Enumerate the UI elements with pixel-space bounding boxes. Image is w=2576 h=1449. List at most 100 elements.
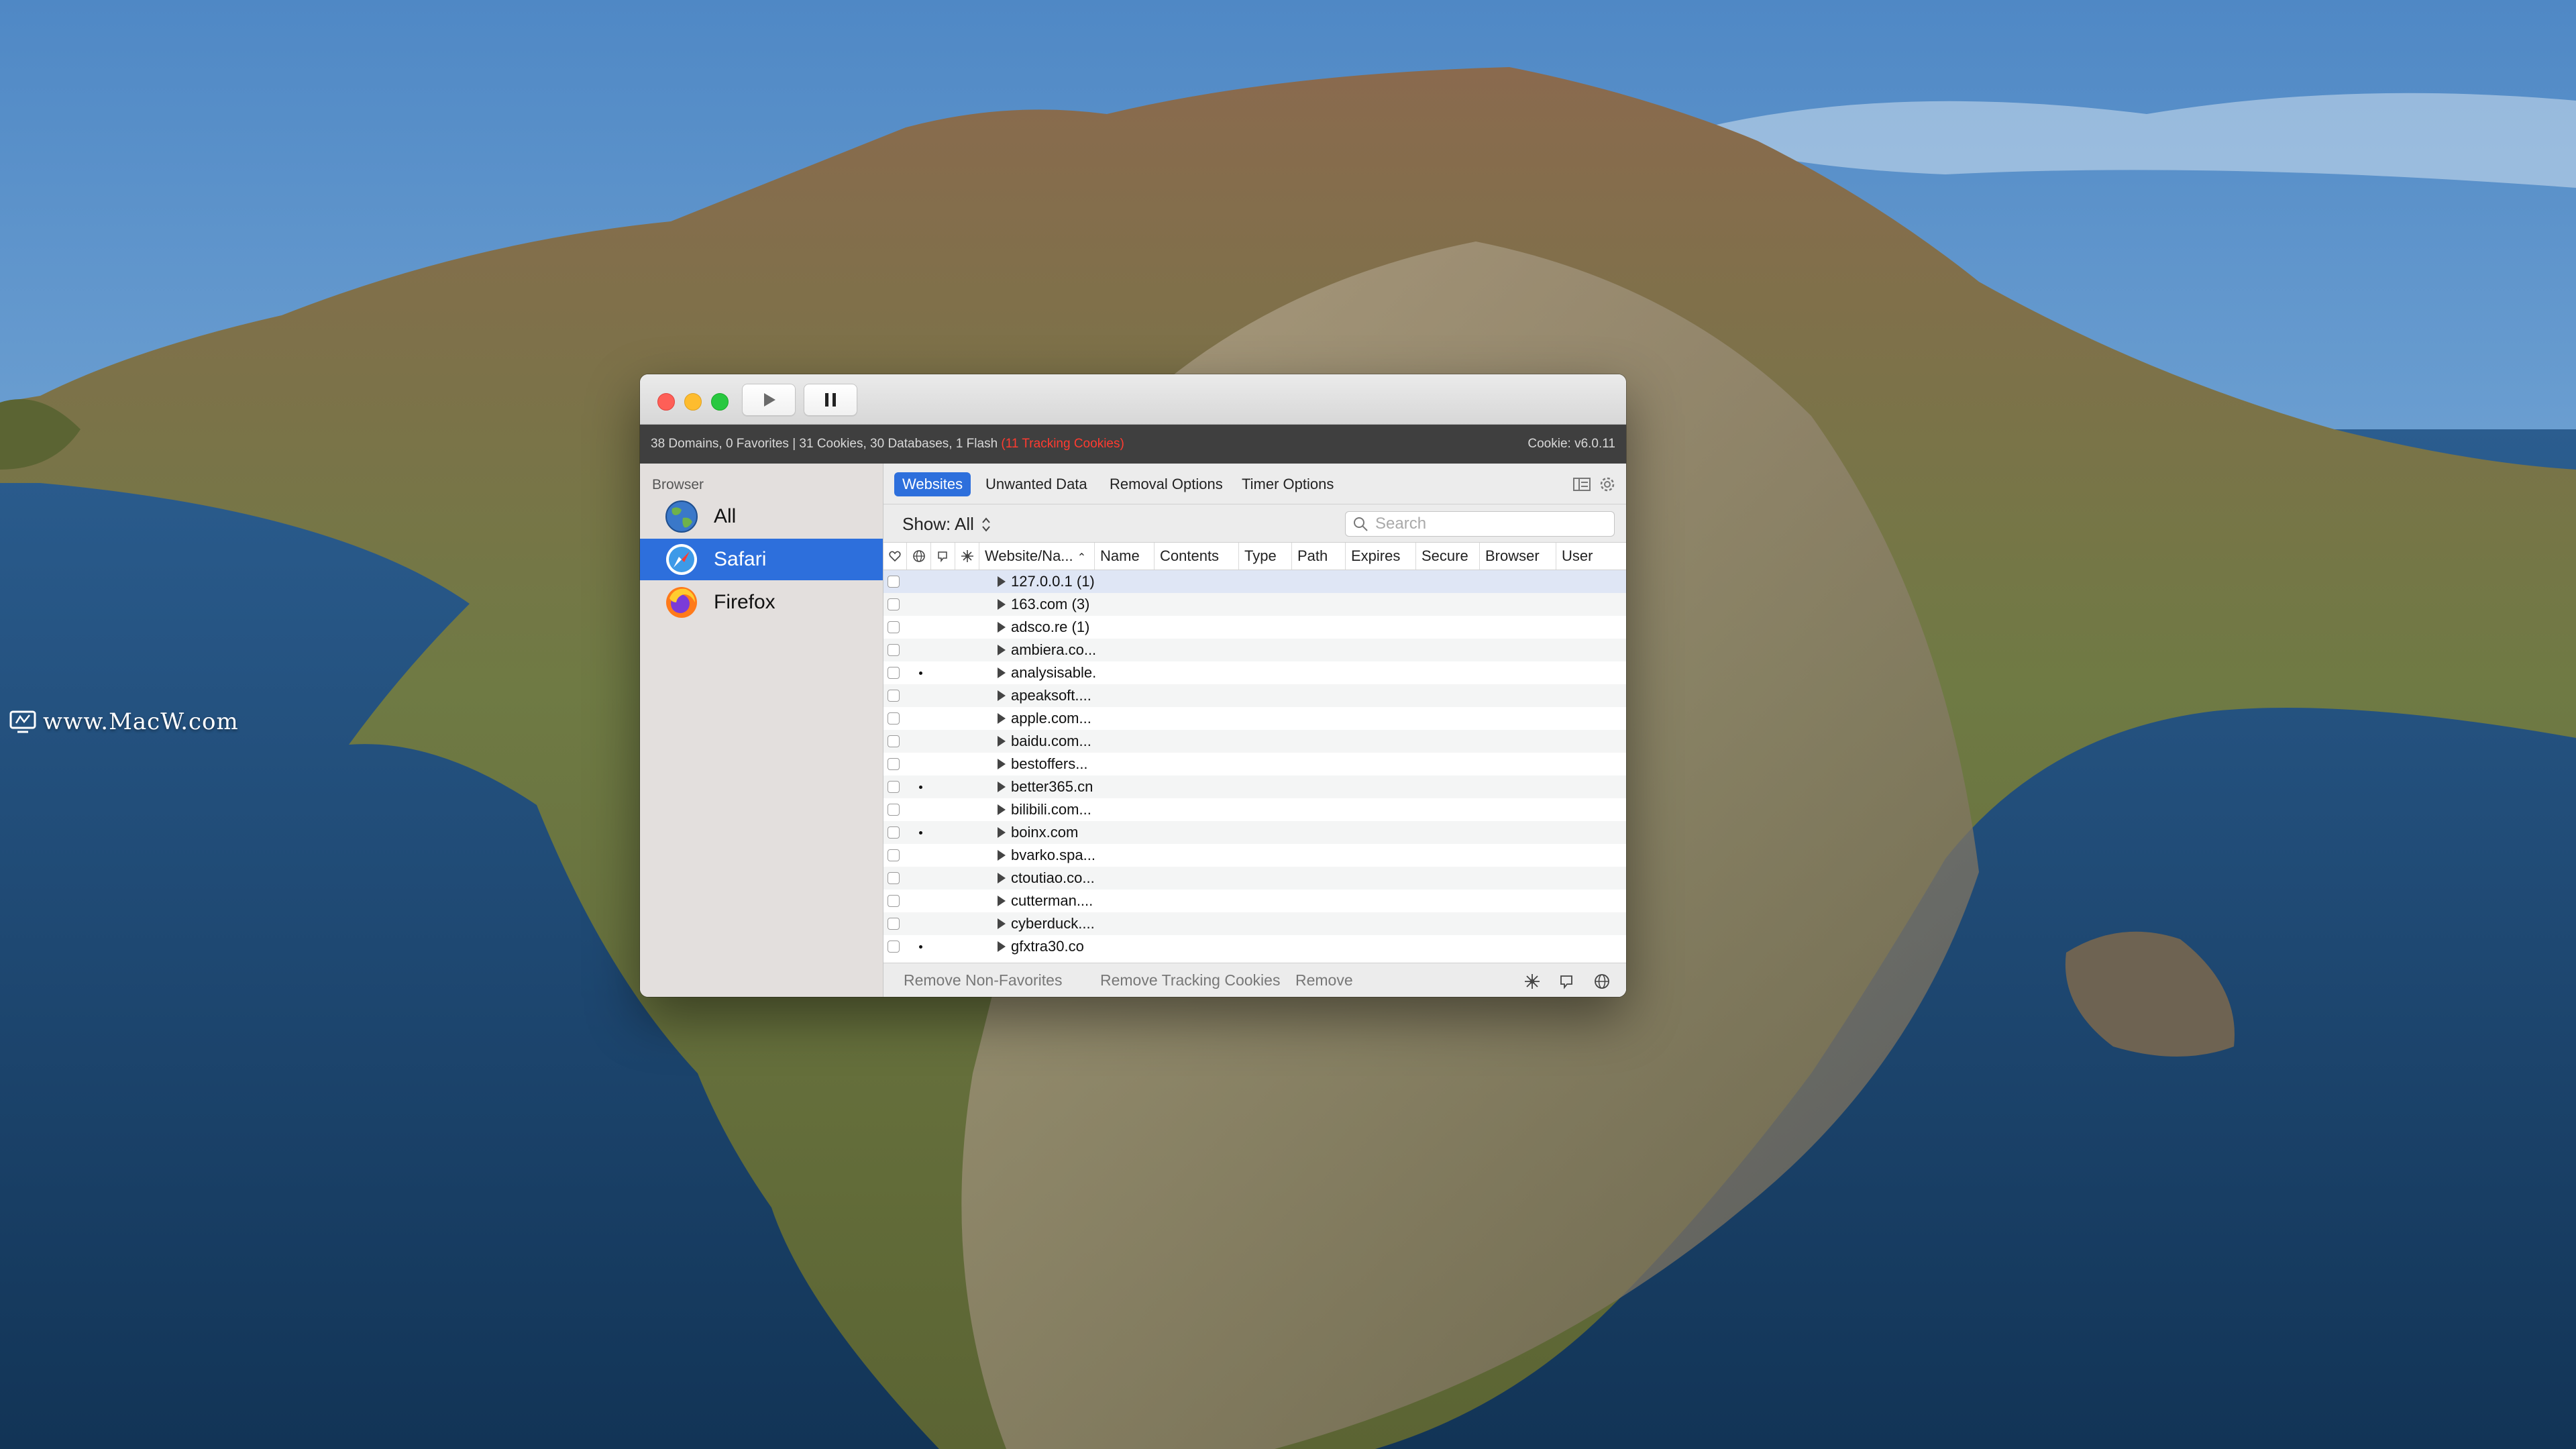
zoom-button[interactable] [711, 393, 729, 411]
column-tracking[interactable] [955, 543, 979, 570]
table-row[interactable]: boinx.com [883, 821, 1626, 844]
table-row[interactable]: cutterman.... [883, 890, 1626, 912]
table-header: Website/Na... ⌃ Name Contents Type Path … [883, 543, 1626, 570]
favorite-checkbox[interactable] [888, 667, 900, 679]
disclosure-triangle-icon[interactable] [998, 713, 1006, 724]
favorite-checkbox[interactable] [888, 826, 900, 839]
tracking-icon[interactable] [1523, 973, 1541, 990]
show-filter-select[interactable]: Show: All [902, 514, 991, 535]
table-row[interactable]: analysisable. [883, 661, 1626, 684]
tab-websites[interactable]: Websites [894, 472, 971, 496]
favorite-checkbox[interactable] [888, 621, 900, 633]
favorite-checkbox[interactable] [888, 644, 900, 656]
disclosure-triangle-icon[interactable] [998, 736, 1006, 747]
disclosure-triangle-icon[interactable] [998, 645, 1006, 655]
search-input[interactable] [1374, 514, 1598, 534]
column-name[interactable]: Name [1094, 543, 1154, 570]
minimize-button[interactable] [684, 393, 702, 411]
gear-icon[interactable] [1597, 474, 1617, 494]
column-contents[interactable]: Contents [1154, 543, 1238, 570]
pause-button[interactable] [804, 384, 857, 416]
remove-tracking-cookies-button[interactable]: Remove Tracking Cookies [1100, 971, 1280, 989]
table-row[interactable]: ambiera.co... [883, 639, 1626, 661]
table-row[interactable]: bestoffers... [883, 753, 1626, 775]
column-expires[interactable]: Expires [1345, 543, 1415, 570]
sidebar-item-all[interactable]: All [640, 496, 883, 537]
disclosure-triangle-icon[interactable] [998, 667, 1006, 678]
table-row[interactable]: 127.0.0.1 (1) [883, 570, 1626, 593]
website-name: better365.cn [1011, 778, 1093, 795]
tracking-cookie-count: (11 Tracking Cookies) [1001, 437, 1124, 451]
disclosure-triangle-icon[interactable] [998, 918, 1006, 929]
disclosure-triangle-icon[interactable] [998, 576, 1006, 587]
favorite-checkbox[interactable] [888, 781, 900, 793]
sidebar-item-label: All [714, 505, 737, 527]
table-row[interactable]: cyberduck.... [883, 912, 1626, 935]
favorite-checkbox[interactable] [888, 941, 900, 953]
favorite-checkbox[interactable] [888, 804, 900, 816]
column-browser[interactable]: Browser [1479, 543, 1556, 570]
tab-timer-options[interactable]: Timer Options [1234, 472, 1342, 496]
database-indicator [919, 672, 922, 675]
favorite-checkbox[interactable] [888, 895, 900, 907]
table-row[interactable]: ctoutiao.co... [883, 867, 1626, 890]
browser-sidebar: Browser All Safari Firefox [640, 464, 883, 997]
sidebar-item-safari[interactable]: Safari [640, 539, 883, 580]
table-row[interactable]: bilibili.com... [883, 798, 1626, 821]
column-globe[interactable] [906, 543, 930, 570]
column-flash[interactable] [930, 543, 955, 570]
search-icon [1354, 517, 1368, 531]
main-pane: Websites Unwanted Data Removal Options T… [883, 464, 1626, 997]
disclosure-triangle-icon[interactable] [998, 782, 1006, 792]
globe-icon[interactable] [1593, 973, 1611, 990]
remove-non-favorites-button[interactable]: Remove Non-Favorites [904, 971, 1062, 989]
favorite-checkbox[interactable] [888, 849, 900, 861]
disclosure-triangle-icon[interactable] [998, 941, 1006, 952]
favorite-checkbox[interactable] [888, 598, 900, 610]
disclosure-triangle-icon[interactable] [998, 896, 1006, 906]
disclosure-triangle-icon[interactable] [998, 873, 1006, 883]
favorite-checkbox[interactable] [888, 735, 900, 747]
close-button[interactable] [657, 393, 675, 411]
favorite-checkbox[interactable] [888, 712, 900, 724]
disclosure-triangle-icon[interactable] [998, 804, 1006, 815]
app-version: Cookie: v6.0.11 [1527, 437, 1615, 451]
column-favorite[interactable] [883, 543, 906, 570]
table-row[interactable]: bvarko.spa... [883, 844, 1626, 867]
favorite-checkbox[interactable] [888, 872, 900, 884]
favorite-checkbox[interactable] [888, 758, 900, 770]
flash-icon[interactable] [1558, 973, 1576, 990]
website-name: adsco.re (1) [1011, 619, 1090, 635]
play-button[interactable] [742, 384, 796, 416]
tab-unwanted-data[interactable]: Unwanted Data [977, 472, 1095, 496]
column-user[interactable]: User [1556, 543, 1626, 570]
disclosure-triangle-icon[interactable] [998, 599, 1006, 610]
tab-removal-options[interactable]: Removal Options [1102, 472, 1231, 496]
table-row[interactable]: baidu.com... [883, 730, 1626, 753]
disclosure-triangle-icon[interactable] [998, 759, 1006, 769]
column-type[interactable]: Type [1238, 543, 1291, 570]
table-row[interactable]: gfxtra30.co [883, 935, 1626, 958]
column-secure[interactable]: Secure [1415, 543, 1479, 570]
remove-button[interactable]: Remove [1295, 971, 1353, 989]
favorite-checkbox[interactable] [888, 690, 900, 702]
table-row[interactable]: apeaksoft.... [883, 684, 1626, 707]
disclosure-triangle-icon[interactable] [998, 622, 1006, 633]
favorite-checkbox[interactable] [888, 918, 900, 930]
column-website-name[interactable]: Website/Na... ⌃ [979, 543, 1094, 570]
website-name: gfxtra30.co [1011, 938, 1084, 955]
disclosure-triangle-icon[interactable] [998, 850, 1006, 861]
column-path[interactable]: Path [1291, 543, 1345, 570]
table-row[interactable]: better365.cn [883, 775, 1626, 798]
favorite-checkbox[interactable] [888, 576, 900, 588]
search-field[interactable] [1345, 511, 1615, 537]
disclosure-triangle-icon[interactable] [998, 690, 1006, 701]
table-row[interactable]: apple.com... [883, 707, 1626, 730]
table-row[interactable]: 163.com (3) [883, 593, 1626, 616]
title-bar[interactable] [640, 374, 1626, 425]
sidebar-item-firefox[interactable]: Firefox [640, 582, 883, 623]
list-view-icon[interactable] [1572, 474, 1592, 494]
website-name: bestoffers... [1011, 755, 1088, 772]
disclosure-triangle-icon[interactable] [998, 827, 1006, 838]
table-row[interactable]: adsco.re (1) [883, 616, 1626, 639]
